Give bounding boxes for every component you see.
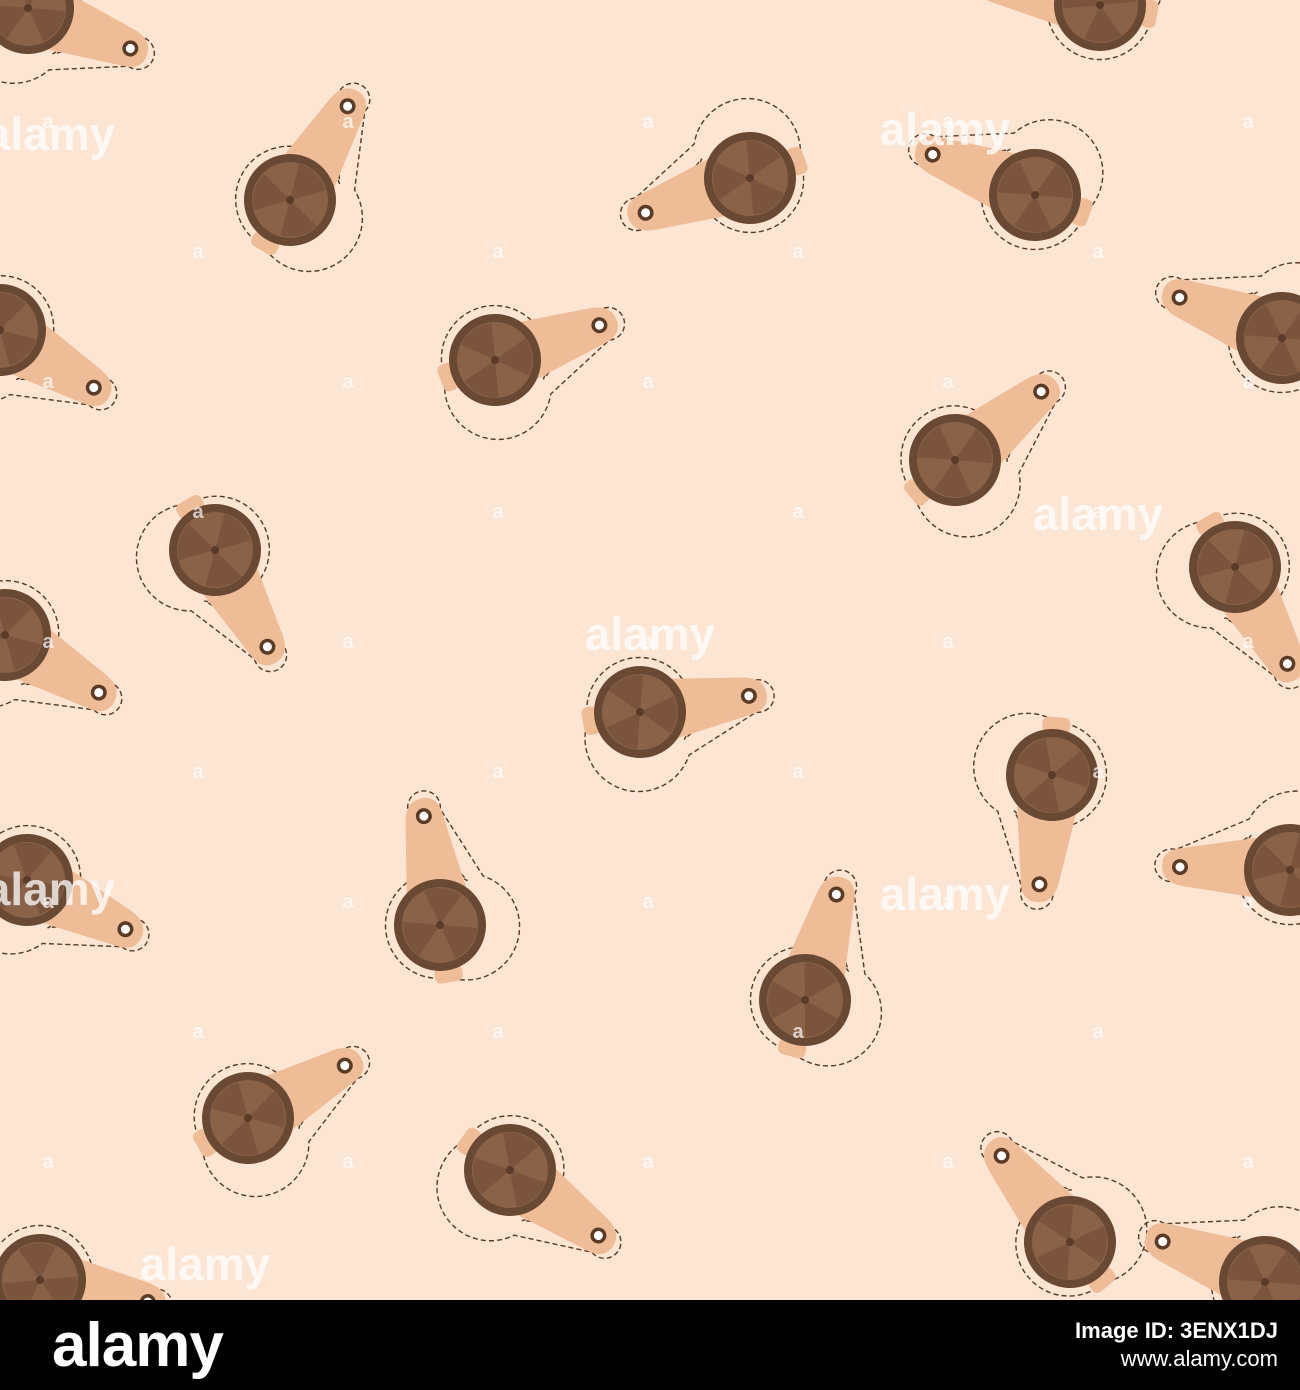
watermark-glyph: a bbox=[42, 111, 54, 133]
watermark-glyph: a bbox=[1242, 111, 1254, 133]
watermark-glyph: a bbox=[1242, 1151, 1254, 1173]
watermark-glyph: a bbox=[942, 891, 954, 913]
watermark-glyph: a bbox=[642, 631, 654, 653]
watermark-glyph: a bbox=[942, 631, 954, 653]
watermark-text: alamy bbox=[0, 108, 116, 160]
watermark-glyph: a bbox=[792, 501, 804, 523]
watermark-glyph: a bbox=[1242, 371, 1254, 393]
watermark-glyph: a bbox=[492, 1021, 504, 1043]
watermark-glyph: a bbox=[342, 1151, 354, 1173]
watermark-text: alamy bbox=[0, 863, 116, 915]
watermark-glyph: a bbox=[1242, 631, 1254, 653]
watermark-glyph: a bbox=[42, 891, 54, 913]
watermark-glyph: a bbox=[642, 371, 654, 393]
watermark-glyph: a bbox=[492, 761, 504, 783]
watermark-glyph: a bbox=[1092, 501, 1104, 523]
seamless-pattern-image: alamyalamyalamyalamyalamyalamyalamyaaaaa… bbox=[0, 0, 1300, 1300]
watermark-glyph: a bbox=[942, 111, 954, 133]
watermark-glyph: a bbox=[42, 371, 54, 393]
footer-logo[interactable]: alamy bbox=[52, 1306, 224, 1386]
watermark-glyph: a bbox=[192, 761, 204, 783]
image-id-label: Image ID: 3ENX1DJ bbox=[1075, 1318, 1278, 1343]
watermark-glyph: a bbox=[642, 891, 654, 913]
watermark-glyph: a bbox=[1092, 1021, 1104, 1043]
watermark-glyph: a bbox=[1092, 241, 1104, 263]
footer-bar: alamy Image ID: 3ENX1DJ www.alamy.com bbox=[0, 1300, 1300, 1390]
watermark-glyph: a bbox=[1242, 891, 1254, 913]
watermark-glyph: a bbox=[792, 1021, 804, 1043]
watermark-glyph: a bbox=[492, 241, 504, 263]
watermark-glyph: a bbox=[192, 241, 204, 263]
footer-url[interactable]: www.alamy.com bbox=[1121, 1346, 1278, 1372]
watermark-glyph: a bbox=[492, 501, 504, 523]
watermark-glyph: a bbox=[792, 241, 804, 263]
watermark-glyph: a bbox=[42, 1151, 54, 1173]
watermark-glyph: a bbox=[342, 891, 354, 913]
watermark-glyph: a bbox=[342, 631, 354, 653]
watermark-glyph: a bbox=[1092, 761, 1104, 783]
watermark-text: alamy bbox=[140, 1238, 271, 1290]
watermark-glyph: a bbox=[42, 631, 54, 653]
watermark-glyph: a bbox=[192, 501, 204, 523]
watermark-glyph: a bbox=[942, 1151, 954, 1173]
watermark-glyph: a bbox=[642, 111, 654, 133]
watermark-glyph: a bbox=[342, 111, 354, 133]
watermark-glyph: a bbox=[192, 1021, 204, 1043]
watermark-glyph: a bbox=[342, 371, 354, 393]
watermark-glyph: a bbox=[642, 1151, 654, 1173]
watermark-glyph: a bbox=[792, 761, 804, 783]
watermark-glyph: a bbox=[942, 371, 954, 393]
